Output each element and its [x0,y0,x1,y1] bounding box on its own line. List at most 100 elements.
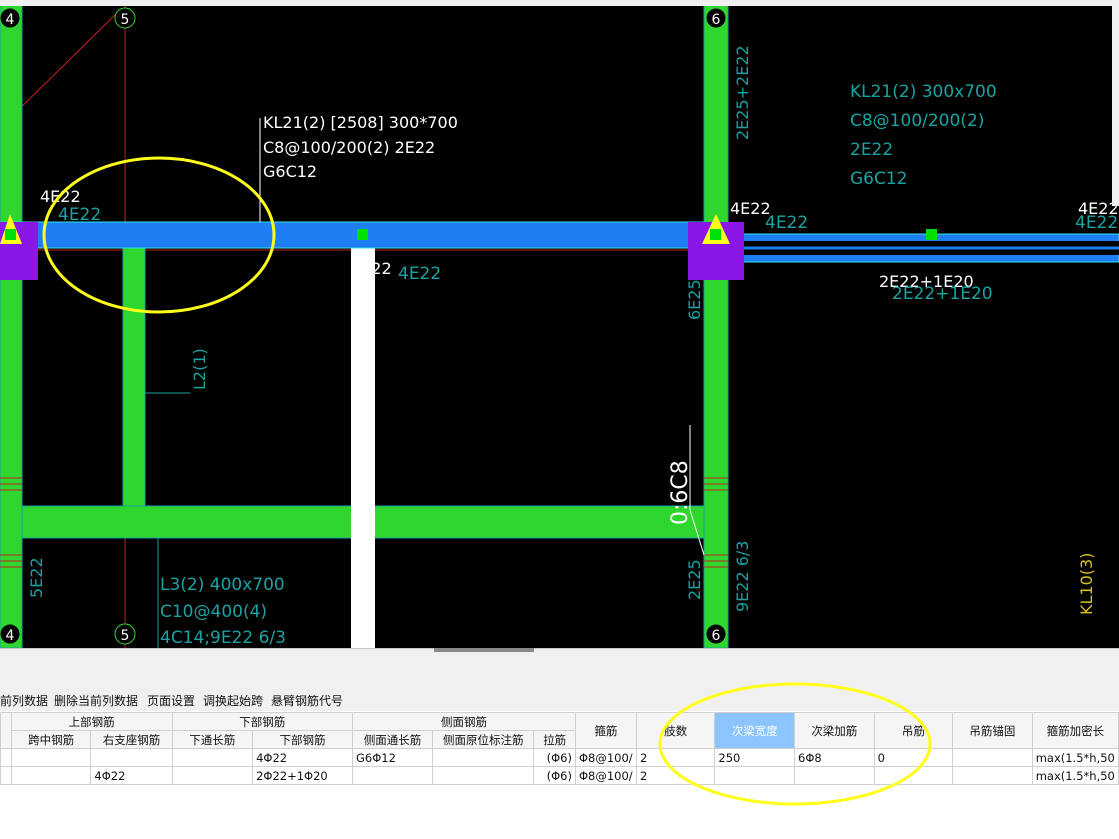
toolbar-insert-column-button[interactable]: 前列数据 [0,692,48,709]
axis-label-6-top: 6 [712,12,721,28]
teal-label-far-right[interactable]: 4E22 [1075,213,1118,233]
cell-secondary-beam-width[interactable] [714,766,796,785]
main-beam-kl21[interactable] [0,221,705,249]
cell-hanger-anchor[interactable] [952,766,1033,785]
cell-hanger-anchor[interactable] [952,748,1033,767]
vertical-label-l2[interactable]: L2(1) [190,348,209,390]
cell-mid-span[interactable] [10,766,92,785]
l3-annotation-line3[interactable]: 4C14;9E22 6/3 [160,628,286,648]
vertical-label-9e22[interactable]: 9E22 6/3 [733,541,752,612]
header-secondary-beam-rebar[interactable]: 次梁加筋 [794,712,875,749]
table-toolbar: 前列数据 删除当前列数据 页面设置 调换起始跨 悬臂钢筋代号 [0,687,1119,711]
header-right-support[interactable]: 右支座钢筋 [90,730,173,749]
grip-handle[interactable] [710,229,721,240]
cell-bottom-through[interactable] [171,748,254,767]
right-green-column[interactable] [703,0,729,648]
cell-stirrup[interactable]: Φ8@100/ [574,748,637,767]
header-bottom-rebar: 下部钢筋 [171,712,353,731]
axis-label-5-bottom: 5 [121,628,130,644]
header-legs[interactable]: 肢数 [635,712,716,749]
table-row[interactable]: 4Φ22 G6Φ12 (Φ6) Φ8@100/ 2 250 6Φ8 0 max(… [0,748,1119,767]
kl21-annotation-line2[interactable]: C8@100/200(2) 2E22 [263,138,435,157]
cell-tie-bar[interactable]: (Φ6) [533,748,576,767]
cell-side-through[interactable] [351,766,434,785]
vertical-scrollbar[interactable] [1112,6,1119,206]
header-stirrup-dense-length[interactable]: 箍筋加密长 [1031,712,1119,749]
toolbar-page-setup-button[interactable]: 页面设置 [147,692,195,709]
grip-handle[interactable] [926,229,937,240]
header-side-in-place[interactable]: 侧面原位标注筋 [432,730,535,749]
header-side-through[interactable]: 侧面通长筋 [351,730,434,749]
vertical-label-2e25[interactable]: 2E25+2E22 [733,45,752,140]
toolbar-delete-column-button[interactable]: 删除当前列数据 [54,692,138,709]
vertical-label-6e25[interactable]: 6E25 [685,279,704,320]
cell-bottom-rebar[interactable]: 4Φ22 [252,748,353,767]
grip-handle[interactable] [357,229,368,240]
cell-bottom-through[interactable] [171,766,254,785]
table-row[interactable]: 4Φ22 2Φ22+1Φ20 (Φ6) Φ8@100/ 2 max(1.5*h,… [0,766,1119,785]
splitter-grip[interactable] [434,648,534,652]
kl21-right-line4[interactable]: G6C12 [850,169,908,189]
toolbar-cantilever-code-button[interactable]: 悬臂钢筋代号 [271,692,343,709]
rebar-label-mid-bottom[interactable]: 4E22 [351,259,392,278]
cell-tie-bar[interactable]: (Φ6) [533,766,576,785]
cell-side-through[interactable]: G6Φ12 [351,748,434,767]
header-hanger[interactable]: 吊筋 [873,712,954,749]
cell-mid-span[interactable] [10,748,92,767]
header-bottom-through[interactable]: 下通长筋 [171,730,254,749]
teal-label-right-top[interactable]: 4E22 [765,213,808,233]
cad-drawing: 4 5 6 4 5 6 KL21(2) [2508] 300*700 C8@10… [0,0,1119,648]
grip-handle[interactable] [5,229,16,240]
cell-side-in-place[interactable] [432,748,535,767]
kl21-annotation-line1[interactable]: KL21(2) [2508] 300*700 [263,113,458,132]
cell-secondary-beam-rebar[interactable] [794,766,875,785]
vertical-label-2e25-bottom[interactable]: 2E25 [685,559,704,600]
header-mid-span[interactable]: 跨中钢筋 [10,730,92,749]
row-number-cell[interactable] [0,766,12,785]
header-bottom-rebar-col[interactable]: 下部钢筋 [252,730,353,749]
cell-secondary-beam-rebar[interactable]: 6Φ8 [794,748,875,767]
kl21-annotation-line3[interactable]: G6C12 [263,162,317,181]
teal-label-mid-bottom[interactable]: 4E22 [398,264,441,284]
cell-legs[interactable]: 2 [635,748,716,767]
header-side-rebar: 侧面钢筋 [351,712,576,731]
vertical-label-stirrup[interactable]: 0:6C8 [668,460,693,525]
l3-annotation-line1[interactable]: L3(2) 400x700 [160,575,285,595]
cell-legs[interactable]: 2 [635,766,716,785]
kl21-right-line1[interactable]: KL21(2) 300x700 [850,82,997,102]
window-top-edge [0,0,1119,6]
row-number-cell[interactable] [0,748,12,767]
header-secondary-beam-width[interactable]: 次梁宽度 [714,712,796,749]
panel-splitter[interactable] [0,648,1119,687]
row-header-cell [0,712,12,749]
cell-right-support[interactable] [90,748,173,767]
kl21-right-line2[interactable]: C8@100/200(2) [850,111,984,131]
kl21-right-line3[interactable]: 2E22 [850,140,893,160]
white-beam[interactable] [351,247,375,648]
cell-secondary-beam-width[interactable]: 250 [714,748,796,767]
cell-bottom-rebar[interactable]: 2Φ22+1Φ20 [252,766,353,785]
teal-label-left-top[interactable]: 4E22 [58,205,101,225]
axis-label-4-bottom: 4 [6,628,15,644]
header-tie-bar[interactable]: 拉筋 [533,730,576,749]
toolbar-swap-span-button[interactable]: 调换起始跨 [203,692,263,709]
teal-label-right-bottom[interactable]: 2E22+1E20 [892,284,993,304]
axis-label-6-bottom: 6 [712,628,721,644]
cell-hanger[interactable] [873,766,954,785]
left-green-column[interactable] [0,0,23,648]
cell-stirrup-dense-length[interactable]: max(1.5*h,50 [1031,748,1119,767]
cell-stirrup-dense-length[interactable]: max(1.5*h,50 [1031,766,1119,785]
vertical-label-5e22[interactable]: 5E22 [27,557,46,598]
rebar-table: 上部钢筋 下部钢筋 侧面钢筋 箍筋 肢数 次梁宽度 次梁加筋 吊筋 吊筋锚固 箍… [0,712,1119,839]
cell-hanger[interactable]: 0 [873,748,954,767]
header-top-rebar: 上部钢筋 [10,712,173,731]
cell-stirrup[interactable]: Φ8@100/ [574,766,637,785]
l3-annotation-line2[interactable]: C10@400(4) [160,602,267,622]
vertical-label-kl10[interactable]: KL10(3) [1077,553,1096,615]
header-stirrup[interactable]: 箍筋 [574,712,637,749]
header-hanger-anchor[interactable]: 吊筋锚固 [952,712,1033,749]
cell-right-support[interactable]: 4Φ22 [90,766,173,785]
secondary-beam-l2[interactable] [122,246,146,510]
cad-drawing-canvas[interactable]: 4 5 6 4 5 6 KL21(2) [2508] 300*700 C8@10… [0,0,1119,648]
cell-side-in-place[interactable] [432,766,535,785]
